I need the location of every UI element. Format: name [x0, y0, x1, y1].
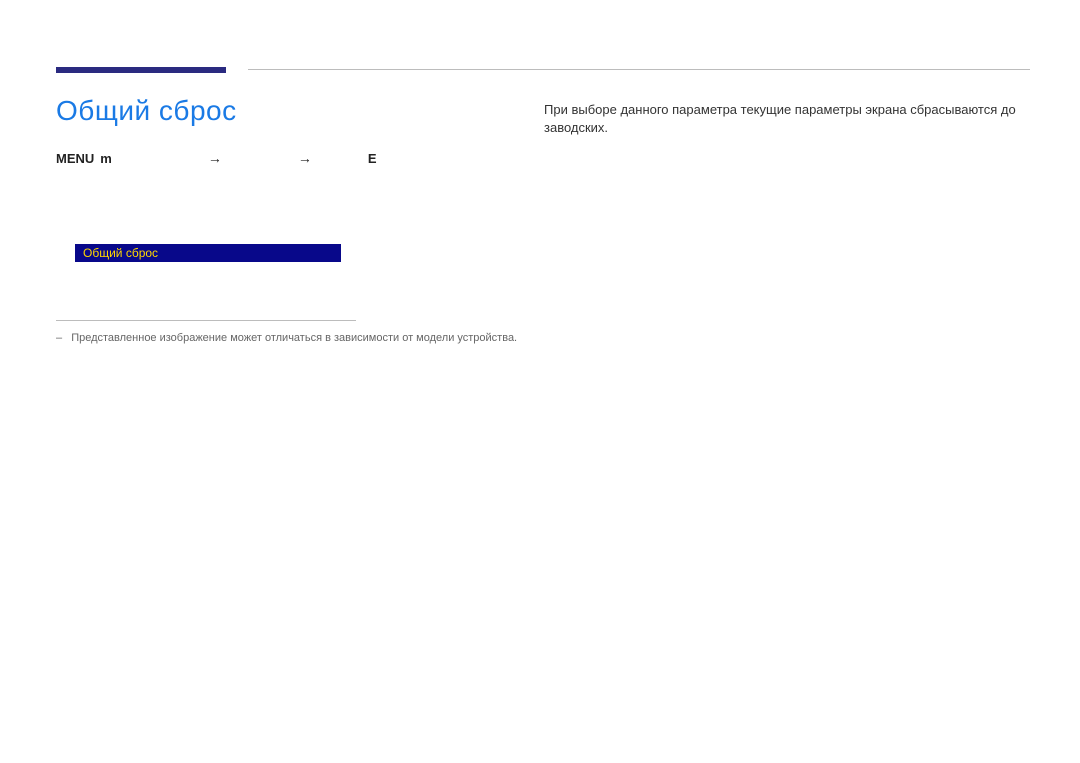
- horizontal-rule-footnote: [56, 320, 356, 321]
- menu-icon: m: [100, 151, 112, 166]
- page-title: Общий сброс: [56, 95, 237, 127]
- menu-path: MENU m → → E: [56, 150, 386, 166]
- arrow-icon: →: [208, 150, 222, 166]
- horizontal-rule-top: [248, 69, 1030, 70]
- osd-highlight-box: Общий сброс: [75, 244, 341, 262]
- description-text: При выборе данного параметра текущие пар…: [544, 101, 1030, 137]
- menu-terminal-label: E: [368, 151, 377, 166]
- menu-kbd-label: MENU: [56, 151, 94, 166]
- arrow-icon: →: [298, 150, 312, 166]
- footnote: – Представленное изображение может отлич…: [56, 332, 517, 344]
- footnote-text: Представленное изображение может отличат…: [71, 332, 517, 344]
- document-page: Общий сброс MENU m → → E Общий сброс – П…: [0, 0, 1080, 763]
- osd-label: Общий сброс: [83, 246, 158, 260]
- accent-bar: [56, 67, 226, 73]
- footnote-dash: –: [56, 332, 62, 344]
